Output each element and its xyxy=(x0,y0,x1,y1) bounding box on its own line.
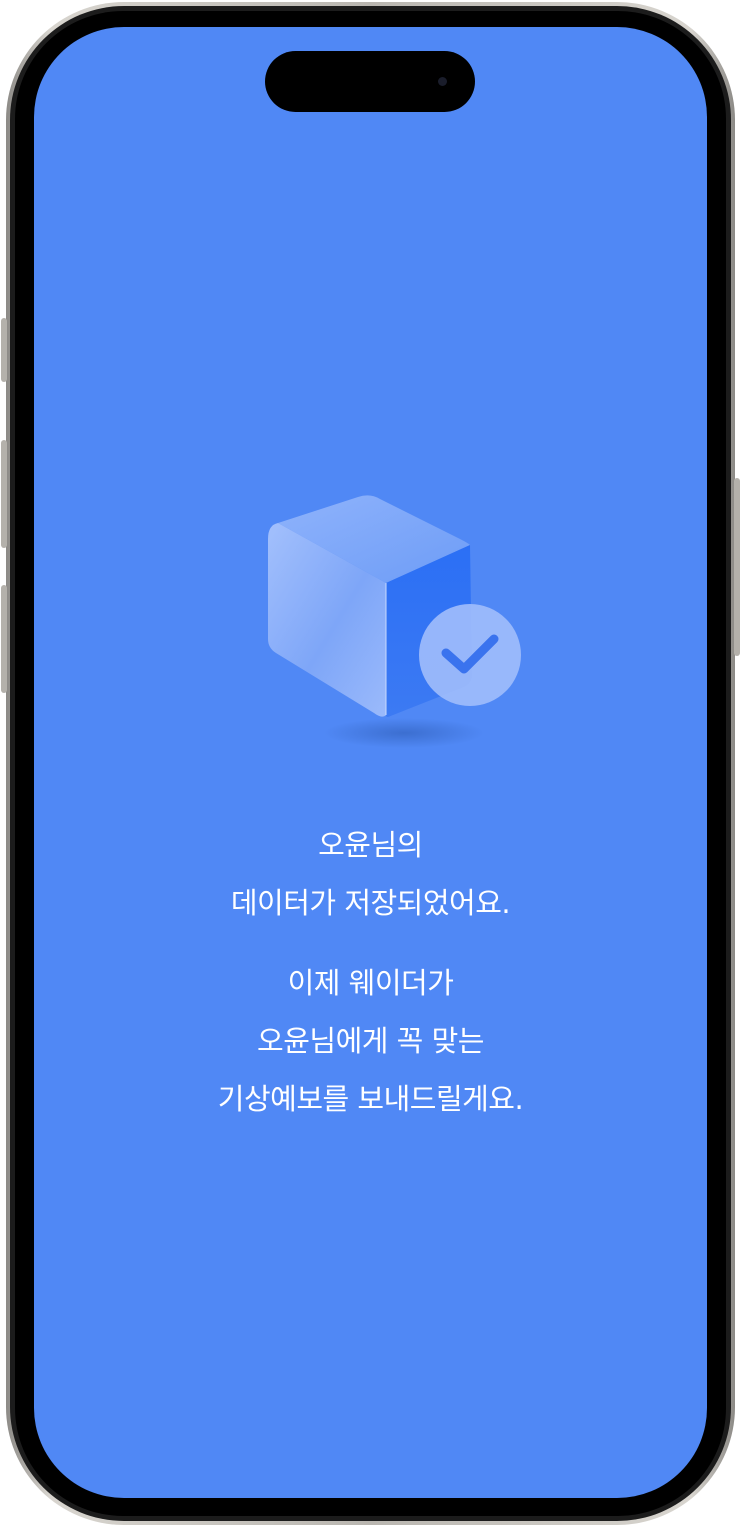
power-button xyxy=(734,478,740,656)
app-screen: 오윤님의 데이터가 저장되었어요. 이제 웨이더가 오윤님에게 꼭 맞는 기상예… xyxy=(34,27,707,1498)
saved-message-line: 데이터가 저장되었어요. xyxy=(230,886,511,920)
action-button xyxy=(1,318,7,382)
saved-message-line: 오윤님의 xyxy=(318,828,423,862)
volume-up-button xyxy=(1,440,7,548)
forecast-message: 이제 웨이더가 오윤님에게 꼭 맞는 기상예보를 보내드릴게요. xyxy=(34,954,707,1128)
dynamic-island xyxy=(265,51,475,112)
saved-message: 오윤님의 데이터가 저장되었어요. xyxy=(34,816,707,932)
front-camera xyxy=(438,77,447,86)
forecast-message-line: 오윤님에게 꼭 맞는 xyxy=(257,1024,484,1058)
volume-down-button xyxy=(1,585,7,693)
forecast-message-line: 기상예보를 보내드릴게요. xyxy=(217,1082,524,1116)
cube-with-check-icon xyxy=(268,495,521,748)
forecast-message-line: 이제 웨이더가 xyxy=(287,966,454,1000)
